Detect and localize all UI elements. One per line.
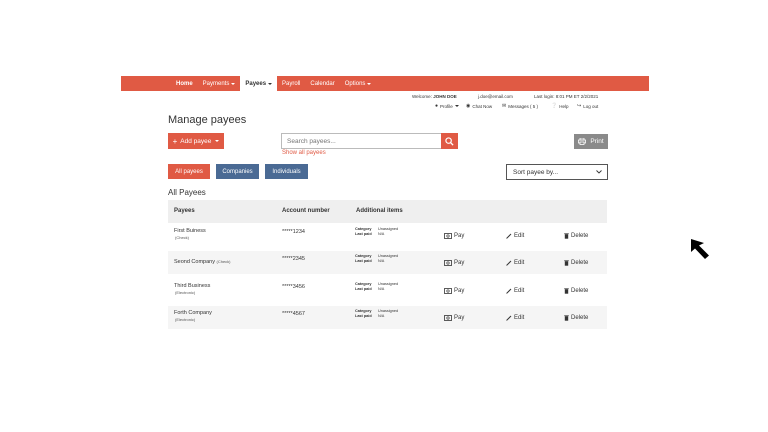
payee-type: (Check) — [216, 259, 231, 264]
main-navbar: Home Payments Payees Payroll Calendar Op… — [121, 76, 649, 91]
account-number: *****4567 — [282, 311, 305, 317]
show-all-payees-link[interactable]: Show all payees — [282, 150, 326, 156]
envelope-icon: ✉ — [502, 103, 507, 109]
pencil-icon — [506, 288, 512, 294]
table-row: Third Business (Electronic) *****3456 Ca… — [168, 279, 607, 302]
last-login: Last login: 8:01 PM ET 2/2/2021 — [534, 94, 599, 99]
filter-all-payees[interactable]: All payees — [168, 164, 210, 179]
delete-button[interactable]: Delete — [564, 315, 588, 321]
nav-home[interactable]: Home — [171, 76, 198, 91]
nav-payees[interactable]: Payees — [240, 76, 278, 91]
table-header: Payees Account number Additional items — [168, 200, 607, 223]
cash-icon — [444, 315, 452, 321]
edit-button[interactable]: Edit — [506, 233, 524, 239]
chevron-down-icon — [215, 140, 220, 142]
payee-type: (Check) — [175, 235, 190, 240]
chevron-down-icon — [596, 170, 602, 174]
user-icon: ● — [435, 103, 439, 109]
search-box — [281, 133, 458, 149]
logout-link[interactable]: ↪ Log out — [577, 103, 598, 109]
logout-icon: ↪ — [577, 103, 582, 109]
table-row: Seond Company (Check) *****2345 Category… — [168, 251, 607, 274]
delete-button[interactable]: Delete — [564, 260, 588, 266]
nav-calendar[interactable]: Calendar — [305, 76, 339, 91]
pencil-icon — [506, 315, 512, 321]
payee-name: Seond Company (Check) — [174, 259, 231, 265]
filter-individuals[interactable]: Individuals — [265, 164, 308, 179]
section-title: All Payees — [168, 188, 206, 197]
trash-icon — [564, 288, 569, 294]
edit-button[interactable]: Edit — [506, 315, 524, 321]
payee-type: (Electronic) — [175, 317, 196, 322]
chevron-down-icon — [367, 82, 372, 85]
chat-icon: ◉ — [466, 103, 471, 109]
payee-name: First Buiness — [174, 228, 206, 234]
help-icon: ❔ — [551, 103, 558, 109]
header-payees: Payees — [174, 208, 195, 214]
edit-button[interactable]: Edit — [506, 288, 524, 294]
cash-icon — [444, 260, 452, 266]
search-button[interactable] — [441, 133, 458, 149]
header-additional-items: Additional items — [356, 208, 403, 214]
pay-button[interactable]: Pay — [444, 233, 464, 239]
cash-icon — [444, 233, 452, 239]
chevron-down-icon — [454, 105, 459, 107]
help-link[interactable]: ❔ Help — [551, 103, 569, 109]
account-number: *****2345 — [282, 256, 305, 262]
delete-button[interactable]: Delete — [564, 233, 588, 239]
nav-payroll[interactable]: Payroll — [277, 76, 305, 91]
pay-button[interactable]: Pay — [444, 315, 464, 321]
additional-items: Category Unassigned Last paid N/A — [355, 282, 399, 291]
pay-button[interactable]: Pay — [444, 260, 464, 266]
filter-companies[interactable]: Companies — [216, 164, 259, 179]
page-title: Manage payees — [168, 114, 247, 126]
payee-name: Third Business — [174, 283, 211, 289]
user-name: JOHN DOE — [433, 94, 457, 99]
search-input[interactable] — [281, 133, 441, 149]
additional-items: Category Unassigned Last paid N/A — [355, 227, 399, 236]
account-number: *****1234 — [282, 229, 305, 235]
messages-link[interactable]: ✉ Messages ( 5 ) — [502, 103, 538, 109]
nav-payments[interactable]: Payments — [198, 76, 241, 91]
welcome-text: Welcome: JOHN DOE — [412, 94, 457, 99]
search-icon — [445, 136, 454, 146]
pay-button[interactable]: Pay — [444, 288, 464, 294]
account-number: *****3456 — [282, 284, 305, 290]
chevron-down-icon — [231, 82, 236, 85]
cash-icon — [444, 288, 452, 294]
nav-options[interactable]: Options — [340, 76, 377, 91]
trash-icon — [564, 315, 569, 321]
sort-payee-select[interactable]: Sort payee by... — [506, 164, 608, 180]
chat-link[interactable]: ◉ Chat Now — [466, 103, 492, 109]
printer-icon — [578, 138, 587, 145]
pencil-icon — [506, 233, 512, 239]
chevron-down-icon — [268, 82, 273, 85]
plus-icon: + — [172, 136, 178, 146]
header-account-number: Account number — [282, 208, 330, 214]
table-row: First Buiness (Check) *****1234 Category… — [168, 224, 607, 247]
additional-items: Category Unassigned Last paid N/A — [355, 309, 399, 318]
user-email: j.doe@email.com — [478, 94, 513, 99]
payee-name: Forth Company — [174, 310, 212, 316]
delete-button[interactable]: Delete — [564, 288, 588, 294]
trash-icon — [564, 233, 569, 239]
edit-button[interactable]: Edit — [506, 260, 524, 266]
profile-link[interactable]: ● Profile — [435, 103, 459, 109]
mouse-cursor-icon — [691, 239, 709, 259]
table-row: Forth Company (Electronic) *****4567 Cat… — [168, 306, 607, 329]
add-payee-button[interactable]: + Add payee — [168, 133, 224, 149]
pencil-icon — [506, 260, 512, 266]
print-button[interactable]: Print — [574, 134, 608, 149]
payee-type: (Electronic) — [175, 290, 196, 295]
additional-items: Category Unassigned Last paid N/A — [355, 254, 399, 263]
trash-icon — [564, 260, 569, 266]
